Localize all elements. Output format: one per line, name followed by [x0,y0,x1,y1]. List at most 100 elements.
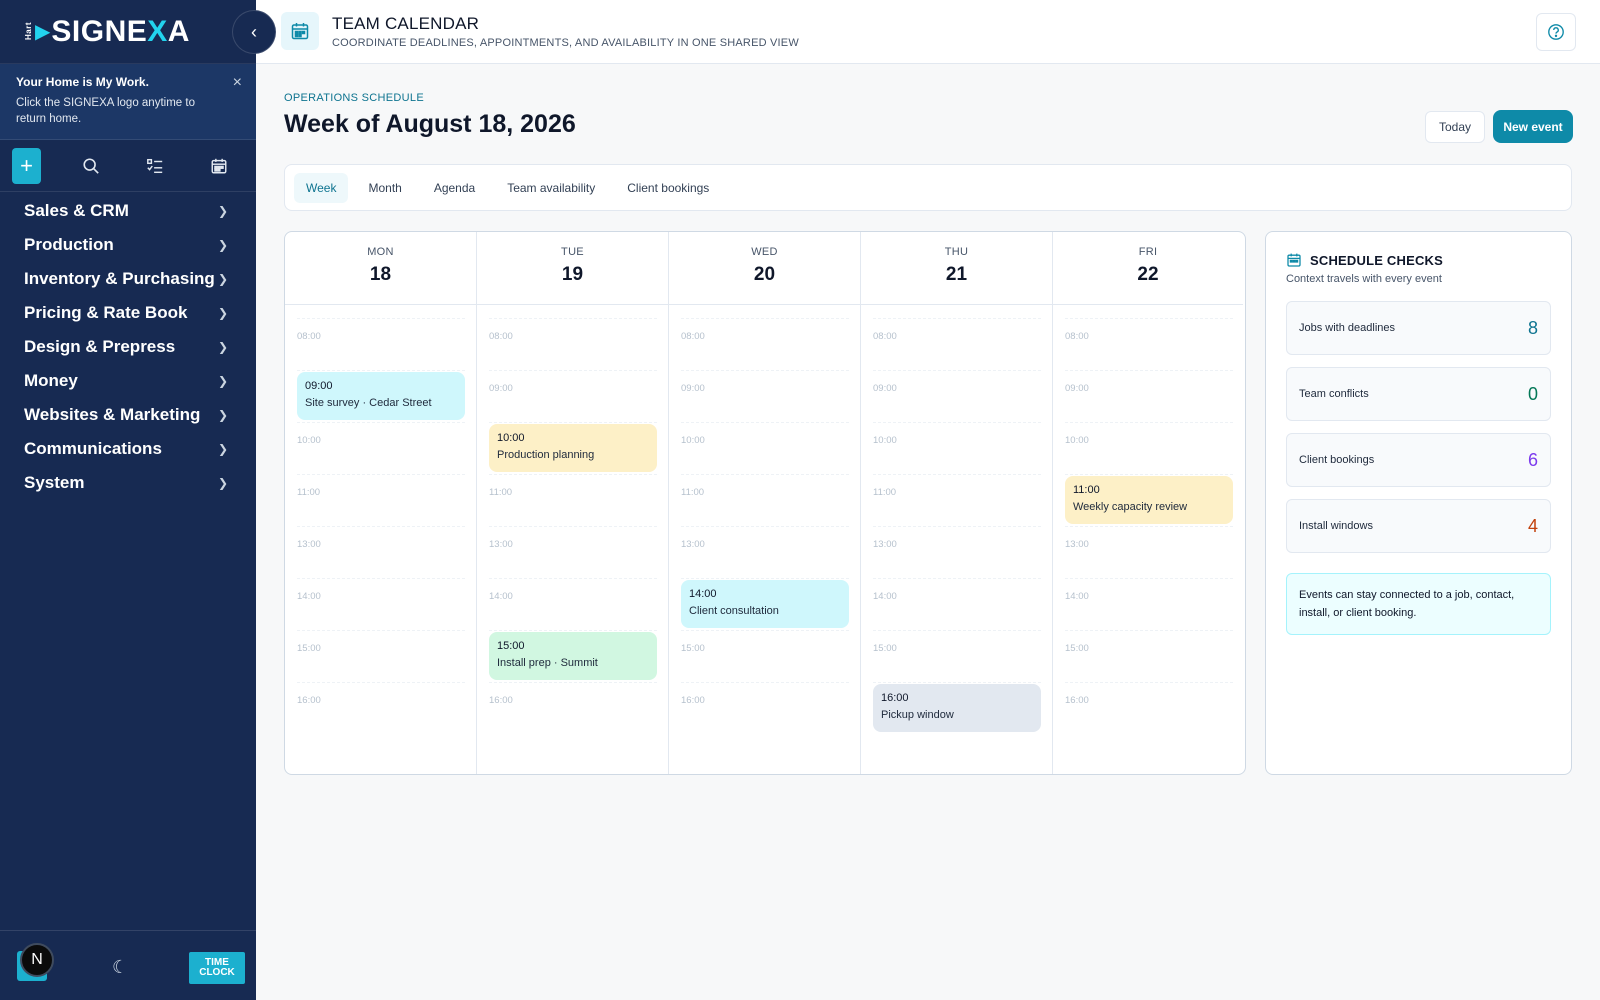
metric-card[interactable]: Client bookings 6 [1286,433,1551,487]
metric-card[interactable]: Team conflicts 0 [1286,367,1551,421]
tab-agenda[interactable]: Agenda [422,173,487,203]
time-slot[interactable]: 09:00 [681,370,849,422]
nav-item-sales-crm[interactable]: Sales & CRM ❯ [0,194,256,228]
metric-card[interactable]: Jobs with deadlines 8 [1286,301,1551,355]
nav-item-design[interactable]: Design & Prepress ❯ [0,330,256,364]
new-event-button[interactable]: New event [1493,110,1573,143]
time-slot[interactable]: 14:00 [873,578,1041,630]
collapse-sidebar-button[interactable]: ‹ [232,10,276,54]
logo-small-text: Hart [24,22,33,41]
time-slot[interactable]: 09:00 [489,370,657,422]
time-slot[interactable]: 10:00 [1065,422,1233,474]
logo[interactable]: Hart ▶ SIGNEXA [0,0,256,64]
event-time: 15:00 [497,640,525,652]
tab-week[interactable]: Week [294,172,349,203]
notice-title: Your Home is My Work. [16,75,149,89]
time-slot[interactable]: 15:00 [873,630,1041,682]
time-slot[interactable]: 15:00 [1065,630,1233,682]
time-slot[interactable]: 10:00 [297,422,465,474]
time-slot[interactable]: 14:00 [489,578,657,630]
metric-card[interactable]: Install windows 4 [1286,499,1551,553]
time-slot[interactable]: 15:00 [681,630,849,682]
checks-subtitle: Context travels with every event [1286,273,1442,285]
calendar-event[interactable]: 09:00 Site survey · Cedar Street [297,372,465,420]
avatar[interactable]: N [20,943,54,977]
time-slot[interactable]: 08:00 [489,318,657,370]
metric-label: Install windows [1299,520,1373,532]
calendar-event[interactable]: 15:00 Install prep · Summit [489,632,657,680]
time-slot[interactable]: 14:00 [1065,578,1233,630]
checklist-icon[interactable] [140,148,169,184]
time-slot[interactable]: 10:00 [873,422,1041,474]
time-slot[interactable]: 13:00 [873,526,1041,578]
moon-icon[interactable]: ☾ [112,957,128,978]
time-slot[interactable]: 13:00 [297,526,465,578]
calendar-event[interactable]: 14:00 Client consultation [681,580,849,628]
time-slot[interactable]: 13:00 [681,526,849,578]
chevron-left-icon: ‹ [251,21,257,42]
chevron-right-icon: ❯ [217,306,228,320]
time-slot[interactable]: 14:00 [297,578,465,630]
calendar-icon [1287,253,1301,267]
nav-item-websites[interactable]: Websites & Marketing ❯ [0,398,256,432]
search-icon[interactable] [76,148,105,184]
time-slot[interactable]: 11:00 [489,474,657,526]
tab-client-bookings[interactable]: Client bookings [615,173,721,203]
day-name: TUE [561,246,584,258]
time-slot[interactable]: 13:00 [1065,526,1233,578]
day-column-wed: WED 20 08:00 09:00 10:00 11:00 13:00 15:00 16:00… [669,232,861,774]
time-slot[interactable]: 16:00 [297,682,465,734]
nav-item-production[interactable]: Production ❯ [0,228,256,262]
nav-item-system[interactable]: System ❯ [0,466,256,500]
page-header-title: TEAM CALENDAR [332,14,480,33]
calendar-event[interactable]: 10:00 Production planning [489,424,657,472]
tab-month[interactable]: Month [356,173,413,203]
metric-label: Client bookings [1299,454,1375,466]
time-slot[interactable]: 10:00 [681,422,849,474]
chevron-right-icon: ❯ [217,238,228,252]
calendar-event[interactable]: 11:00 Weekly capacity review [1065,476,1233,524]
day-name: WED [751,246,778,258]
nav-item-communications[interactable]: Communications ❯ [0,432,256,466]
tab-team-availability[interactable]: Team availability [495,173,607,203]
time-slot[interactable]: 08:00 [681,318,849,370]
time-slot[interactable]: 11:00 [873,474,1041,526]
time-slot[interactable]: 11:00 [297,474,465,526]
calendar-icon [281,12,319,50]
event-title: Site survey · Cedar Street [305,397,432,409]
logo-wordmark: SIGNEXA [51,14,190,48]
metric-label: Jobs with deadlines [1299,322,1396,334]
nav-item-pricing[interactable]: Pricing & Rate Book ❯ [0,296,256,330]
checks-title: SCHEDULE CHECKS [1310,252,1444,268]
time-slot[interactable]: 09:00 [1065,370,1233,422]
time-slot[interactable]: 08:00 [873,318,1041,370]
metric-label: Team conflicts [1299,388,1369,400]
quick-actions: + [0,140,256,192]
event-time: 09:00 [305,380,333,392]
event-title: Pickup window [881,709,954,721]
time-slot[interactable]: 08:00 [297,318,465,370]
top-bar: TEAM CALENDAR COORDINATE DEADLINES, APPO… [256,0,1600,64]
event-time: 11:00 [1073,484,1100,496]
help-button[interactable] [1536,13,1576,51]
time-slot[interactable]: 16:00 [681,682,849,734]
calendar-icon[interactable] [204,148,233,184]
time-slot[interactable]: 16:00 [489,682,657,734]
day-header: WED 20 [669,232,860,305]
time-slot[interactable]: 11:00 [681,474,849,526]
time-slot[interactable]: 15:00 [297,630,465,682]
time-clock-button[interactable]: TIME CLOCK [189,952,245,984]
plus-icon[interactable]: + [12,147,41,184]
notice-body: Click the SIGNEXA logo anytime to return… [16,97,195,125]
time-slot[interactable]: 16:00 [1065,682,1233,734]
nav-item-inventory[interactable]: Inventory & Purchasing ❯ [0,262,256,296]
today-button[interactable]: Today [1425,111,1485,143]
time-slot[interactable]: 08:00 [1065,318,1233,370]
time-slot[interactable]: 09:00 [873,370,1041,422]
day-name: THU [944,246,969,258]
close-icon[interactable]: × [233,74,242,92]
metric-value: 4 [1527,515,1538,536]
time-slot[interactable]: 13:00 [489,526,657,578]
nav-item-money[interactable]: Money ❯ [0,364,256,398]
calendar-event[interactable]: 16:00 Pickup window [873,684,1041,732]
